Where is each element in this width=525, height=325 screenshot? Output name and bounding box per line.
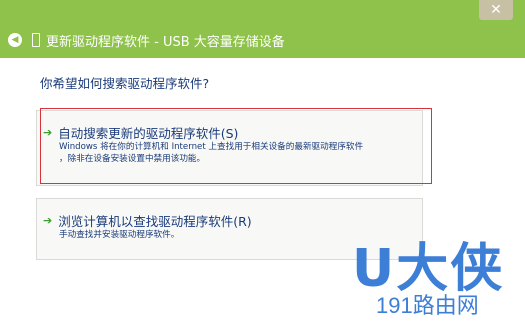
browse-description: 手动查找并安装驱动程序软件。: [59, 229, 179, 241]
back-button[interactable]: ◀: [8, 33, 22, 47]
title-bar: ✕ ◀ 更新驱动程序软件 - USB 大容量存储设备: [0, 0, 525, 58]
window-title: 更新驱动程序软件 - USB 大容量存储设备: [46, 34, 285, 50]
back-arrow-icon: ◀: [11, 35, 19, 45]
usb-drive-icon: [32, 33, 40, 47]
close-icon: ✕: [490, 2, 502, 18]
browse-option-head: ➔ 浏览计算机以查找驱动程序软件(R): [43, 211, 252, 230]
close-button[interactable]: ✕: [479, 0, 513, 20]
green-arrow-icon: ➔: [43, 213, 53, 227]
browse-title: 浏览计算机以查找驱动程序软件(R): [58, 214, 252, 229]
nav-row: ◀ 更新驱动程序软件 - USB 大容量存储设备: [8, 30, 285, 50]
browse-desc-line1: 手动查找并安装驱动程序软件。: [59, 230, 180, 240]
highlight-box: [40, 108, 432, 184]
watermark-site-text: 191路由网: [376, 293, 479, 318]
watermark: U大侠 191路由网: [352, 226, 522, 322]
page-question: 你希望如何搜索驱动程序软件?: [40, 76, 210, 91]
